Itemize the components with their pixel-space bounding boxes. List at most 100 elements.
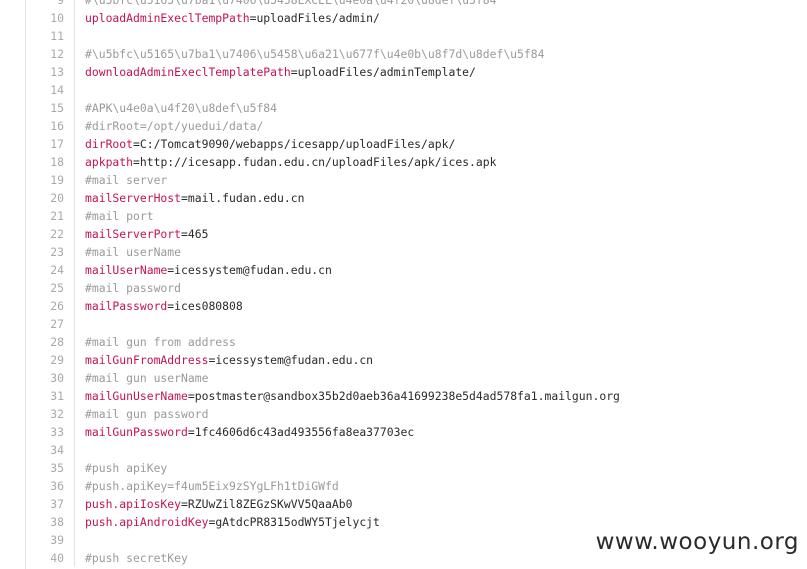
code-listing: 9 #\u5bfc\u5165\u7ba1\u7406\u5458EXCEL\u4… (0, 0, 807, 567)
property-value: uploadFiles/admin/ (256, 11, 380, 25)
code-line: 28 #mail gun from address (0, 333, 807, 351)
property-value: mail.fudan.edu.cn (187, 191, 305, 205)
gutter-divider (64, 495, 75, 513)
line-number: 20 (50, 191, 64, 205)
comment-text: #push secretKey (85, 551, 188, 565)
gutter-divider (64, 45, 75, 63)
code-line: 19 #mail server (0, 171, 807, 189)
line-content: #mail server (85, 171, 167, 189)
comment-text: #push.apiKey=f4um5Eix9zSYgLFh1tDiGWfd (85, 479, 339, 493)
code-line: 22 mailServerPort=465 (0, 225, 807, 243)
property-key: mailUserName (85, 263, 168, 277)
equals-sign: = (290, 65, 298, 79)
gutter-divider (64, 207, 75, 225)
comment-text: #\u5bfc\u5165\u7ba1\u7406\u5458EXCEL\u4e… (85, 0, 497, 7)
property-key: downloadAdminExeclTemplatePath (85, 65, 291, 79)
property-key: apkpath (85, 155, 134, 169)
code-line: 10 uploadAdminExeclTempPath=uploadFiles/a… (0, 9, 807, 27)
comment-text: #mail server (85, 173, 168, 187)
property-value: uploadFiles/adminTemplate/ (297, 65, 476, 79)
line-number: 27 (50, 317, 64, 331)
code-line: 30 #mail gun userName (0, 369, 807, 387)
line-number: 26 (50, 299, 64, 313)
equals-sign: = (133, 137, 140, 151)
comment-text: #mail port (85, 209, 154, 223)
comment-text: #mail userName (85, 245, 182, 259)
gutter-divider (64, 189, 75, 207)
gutter-divider (64, 423, 75, 441)
equals-sign: = (181, 497, 188, 511)
property-key: dirRoot (85, 137, 134, 151)
line-number: 17 (50, 137, 64, 151)
line-number: 12 (50, 47, 64, 61)
line-number: 36 (50, 479, 64, 493)
line-number: 23 (50, 245, 64, 259)
gutter-divider (64, 117, 75, 135)
line-number: 10 (50, 11, 64, 25)
property-key: mailGunPassword (85, 425, 188, 439)
gutter-divider (64, 171, 75, 189)
line-content: mailPassword=ices080808 (85, 297, 243, 315)
equals-sign: = (181, 191, 188, 205)
property-value: http://icesapp.fudan.edu.cn/uploadFiles/… (139, 155, 497, 169)
line-number: 15 (50, 101, 64, 115)
gutter-divider (64, 549, 75, 567)
line-content: downloadAdminExeclTemplatePath=uploadFil… (85, 63, 476, 81)
property-value: 1fc4606d6c43ad493556fa8ea37703ec (194, 425, 415, 439)
comment-text: #mail gun password (85, 407, 209, 421)
property-key: mailGunFromAddress (85, 353, 209, 367)
code-line: 23 #mail userName (0, 243, 807, 261)
gutter-divider (64, 225, 75, 243)
gutter-divider (64, 405, 75, 423)
line-number: 25 (50, 281, 64, 295)
code-line: 32 #mail gun password (0, 405, 807, 423)
gutter-divider (64, 9, 75, 27)
equals-sign: = (187, 425, 195, 439)
property-value: postmaster@sandbox35b2d0aeb36a41699238e5… (194, 389, 620, 403)
property-key: uploadAdminExeclTempPath (85, 11, 250, 25)
line-content: mailGunFromAddress=icessystem@fudan.edu.… (85, 351, 373, 369)
code-line: 35 #push apiKey (0, 459, 807, 477)
code-line: 34 (0, 441, 807, 459)
line-content: push.apiAndroidKey=gAtdcPR8315odWY5Tjely… (85, 513, 380, 531)
code-line: 16 #dirRoot=/opt/yuedui/data/ (0, 117, 807, 135)
code-line: 25 #mail password (0, 279, 807, 297)
property-key: mailGunUserName (85, 389, 188, 403)
line-number: 40 (50, 551, 64, 565)
property-key: push.apiIosKey (85, 497, 182, 511)
line-number: 19 (50, 173, 64, 187)
code-line: 20 mailServerHost=mail.fudan.edu.cn (0, 189, 807, 207)
line-content: #mail port (85, 207, 154, 225)
line-content: #mail gun userName (85, 369, 208, 387)
line-content: dirRoot=C:/Tomcat9090/webapps/icesapp/up… (85, 135, 455, 153)
gutter-divider (64, 315, 75, 333)
property-value: icessystem@fudan.edu.cn (174, 263, 332, 277)
gutter-divider (64, 369, 75, 387)
property-value: 465 (187, 227, 209, 241)
gutter-divider (64, 99, 75, 117)
equals-sign: = (187, 389, 195, 403)
line-number: 31 (50, 389, 64, 403)
line-content: #mail gun from address (85, 333, 236, 351)
line-number: 39 (50, 533, 64, 547)
line-content: mailServerHost=mail.fudan.edu.cn (85, 189, 304, 207)
line-number: 11 (50, 29, 64, 43)
line-number: 29 (50, 353, 64, 367)
property-value: RZUwZil8ZEGzSKwVV5QaaAb0 (187, 497, 353, 511)
property-key: mailServerPort (85, 227, 182, 241)
code-line: 27 (0, 315, 807, 333)
code-viewer: 9 #\u5bfc\u5165\u7ba1\u7406\u5458EXCEL\u4… (0, 0, 807, 569)
property-value: icessystem@fudan.edu.cn (215, 353, 374, 367)
line-content: #mail userName (85, 243, 181, 261)
gutter-divider (64, 279, 75, 297)
property-value: ices080808 (174, 299, 243, 313)
comment-text: #mail password (85, 281, 182, 295)
gutter-divider (64, 297, 75, 315)
gutter-divider (64, 27, 75, 45)
line-number: 24 (50, 263, 64, 277)
line-number: 9 (57, 0, 64, 7)
comment-text: #mail gun userName (85, 371, 209, 385)
property-key: mailPassword (85, 299, 168, 313)
equals-sign: = (133, 155, 140, 169)
gutter-divider (64, 477, 75, 495)
